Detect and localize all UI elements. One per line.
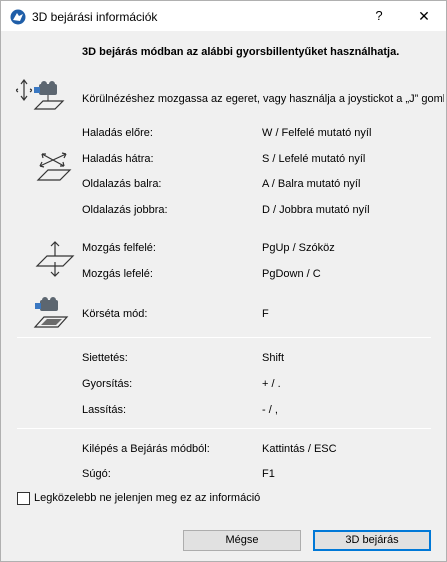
divider bbox=[17, 428, 431, 429]
shortcut-label-forward: Haladás előre: bbox=[82, 127, 153, 139]
close-button[interactable]: ✕ bbox=[401, 1, 447, 31]
shortcut-key-strafe-right: D / Jobbra mutató nyíl bbox=[262, 204, 370, 216]
shortcut-label-exit: Kilépés a Bejárás módból: bbox=[82, 443, 210, 455]
shortcut-label-help: Súgó: bbox=[82, 468, 111, 480]
shortcut-label-move-down: Mozgás lefelé: bbox=[82, 268, 153, 280]
walk-info-dialog: 3D bejárási információk ? ✕ 3D bejárás m… bbox=[0, 0, 447, 562]
help-button[interactable]: ? bbox=[356, 1, 402, 31]
cancel-button[interactable]: Mégse bbox=[183, 530, 301, 551]
title-bar: 3D bejárási információk ? ✕ bbox=[1, 1, 446, 31]
shortcut-label-rush: Siettetés: bbox=[82, 352, 128, 364]
shortcut-key-accelerate: + / . bbox=[262, 378, 281, 390]
dont-show-again-label[interactable]: Legközelebb ne jelenjen meg ez az inform… bbox=[34, 492, 260, 504]
shortcut-key-move-down: PgDown / C bbox=[262, 268, 321, 280]
shortcut-key-tour: F bbox=[262, 308, 269, 320]
shortcut-key-backward: S / Lefelé mutató nyíl bbox=[262, 153, 366, 165]
shortcut-key-rush: Shift bbox=[262, 352, 285, 364]
move-arrows-icon bbox=[36, 150, 72, 187]
shortcut-key-exit: Kattintás / ESC bbox=[262, 443, 337, 455]
camera-tour-icon bbox=[31, 295, 71, 334]
shortcut-label-backward: Haladás hátra: bbox=[82, 153, 154, 165]
intro-text: 3D bejárás módban az alábbi gyorsbillent… bbox=[82, 46, 400, 58]
dont-show-again-checkbox[interactable] bbox=[17, 492, 30, 505]
shortcut-label-strafe-right: Oldalazás jobbra: bbox=[82, 204, 168, 216]
shortcut-label-move-up: Mozgás felfelé: bbox=[82, 242, 156, 254]
start-walk-button[interactable]: 3D bejárás bbox=[313, 530, 431, 551]
shortcut-label-strafe-left: Oldalazás balra: bbox=[82, 178, 162, 190]
divider bbox=[17, 337, 431, 338]
shortcut-key-move-up: PgUp / Szóköz bbox=[262, 242, 335, 254]
shortcut-label-tour: Körséta mód: bbox=[82, 308, 148, 320]
shortcut-key-forward: W / Felfelé mutató nyíl bbox=[262, 127, 372, 139]
camera-look-icon bbox=[15, 79, 71, 116]
up-down-arrows-icon bbox=[35, 240, 75, 281]
look-description: Körülnézéshez mozgassa az egeret, vagy h… bbox=[82, 93, 444, 105]
shortcut-key-help: F1 bbox=[262, 468, 275, 480]
app-logo-icon bbox=[10, 9, 26, 25]
shortcut-key-decelerate: - / , bbox=[262, 404, 278, 416]
shortcut-key-strafe-left: A / Balra mutató nyíl bbox=[262, 178, 361, 190]
shortcut-label-accelerate: Gyorsítás: bbox=[82, 378, 133, 390]
window-title: 3D bejárási információk bbox=[32, 10, 158, 24]
shortcut-label-decelerate: Lassítás: bbox=[82, 404, 127, 416]
